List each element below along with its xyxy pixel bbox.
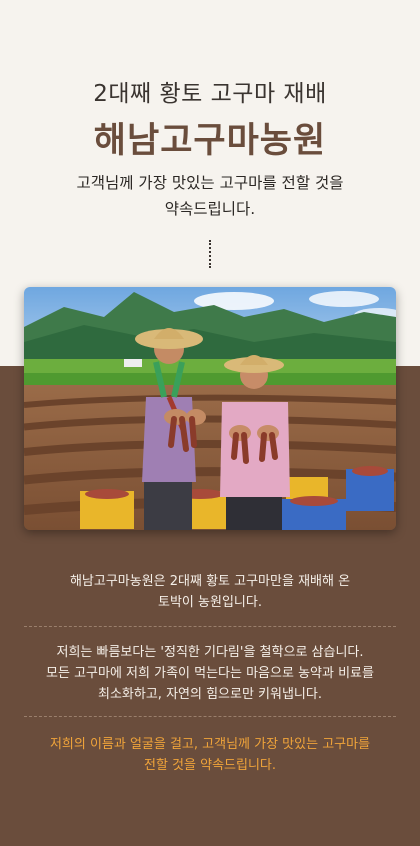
dotted-divider (209, 240, 213, 268)
promise-text: 고객님께 가장 맛있는 고구마를 전할 것을 약속드립니다. (0, 170, 420, 222)
philosophy-line: 저희는 빠름보다는 '정직한 기다림'을 철학으로 삼습니다. (56, 645, 364, 660)
farm-brand-title: 해남고구마농원 (93, 121, 327, 161)
philosophy-paragraph: 저희는 빠름보다는 '정직한 기다림'을 철학으로 삼습니다. 모든 고구마에 … (0, 642, 420, 705)
promise-highlight-line: 전할 것을 약속드립니다. (144, 758, 276, 773)
dashed-divider (24, 716, 396, 717)
farmers-photo (24, 287, 396, 530)
promise-paragraph: 저희의 이름과 얼굴을 걸고, 고객님께 가장 맛있는 고구마를 전할 것을 약… (0, 734, 420, 776)
dashed-divider (24, 626, 396, 627)
philosophy-line: 모든 고구마에 저희 가족이 먹는다는 마음으로 농약과 비료를 (46, 666, 374, 681)
promise-highlight-line: 저희의 이름과 얼굴을 걸고, 고객님께 가장 맛있는 고구마를 (49, 737, 371, 752)
philosophy-line: 최소화하고, 자연의 힘으로만 키워냅니다. (98, 687, 322, 702)
promise-line: 약속드립니다. (164, 200, 256, 218)
intro-paragraph: 해남고구마농원은 2대째 황토 고구마만을 재배해 온 토박이 농원입니다. (0, 571, 420, 613)
intro-line: 토박이 농원입니다. (158, 595, 262, 610)
promise-line: 고객님께 가장 맛있는 고구마를 전할 것을 (76, 174, 344, 192)
intro-line: 해남고구마농원은 2대째 황토 고구마만을 재배해 온 (69, 574, 351, 589)
generation-subtitle: 2대째 황토 고구마 재배 (93, 81, 327, 107)
